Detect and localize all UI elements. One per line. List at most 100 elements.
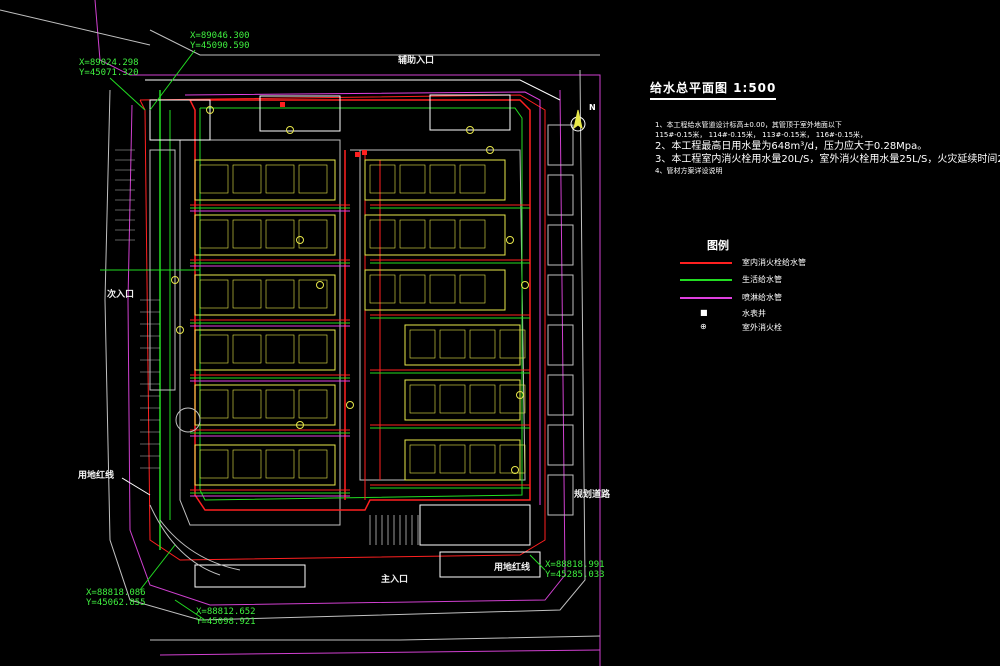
unit-plan: [232, 219, 262, 249]
domestic-main-loop: [199, 107, 523, 501]
main-entrance-label: 主入口: [381, 575, 409, 585]
coordinate-x: X=88818.991: [545, 560, 605, 570]
legend-label: 室外消火栓: [742, 323, 782, 332]
hydrant-symbol: [521, 281, 529, 289]
unit-plan: [399, 164, 426, 194]
legend-label: 喷淋给水管: [742, 293, 782, 302]
site-wall: [179, 139, 341, 526]
building-block: [194, 214, 336, 256]
unit-plan: [232, 279, 262, 309]
red-line-label: 用地红线: [494, 563, 531, 573]
unit-plan: [199, 279, 229, 309]
water-meter-symbol: [280, 102, 285, 107]
coordinate-label: X=88818.086 Y=45062.855: [86, 588, 146, 608]
unit-plan: [439, 444, 466, 474]
curved-road: [159, 519, 241, 571]
legend-label: 室内消火栓给水管: [742, 258, 806, 267]
unit-plan: [265, 279, 295, 309]
unit-plan: [298, 449, 328, 479]
secondary-entrance-label: 次入口: [107, 290, 135, 300]
unit-plan: [298, 219, 328, 249]
coordinate-x: X=88818.086: [86, 588, 146, 598]
unit-plan: [298, 389, 328, 419]
coordinate-x: X=89046.300: [190, 31, 250, 41]
coordinate-label: X=89046.300 Y=45090.590: [190, 31, 250, 51]
note-line: 1、本工程给水管道设计标高±0.00，其管顶于室外地面以下: [655, 121, 842, 129]
leader-line: [121, 477, 151, 496]
unit-plan: [265, 389, 295, 419]
hydrant-symbol: [506, 236, 514, 244]
unit-plan: [369, 274, 396, 304]
building-block: [404, 379, 521, 421]
north-label: N: [589, 103, 596, 112]
building-block: [194, 444, 336, 486]
unit-plan: [429, 219, 456, 249]
water-meter-symbol: [355, 152, 360, 157]
water-meter-symbol: [362, 150, 367, 155]
unit-plan: [399, 219, 426, 249]
building-block: [364, 159, 506, 201]
unit-plan: [265, 219, 295, 249]
unit-plan: [232, 334, 262, 364]
legend-swatch-domestic-pipe: [680, 279, 732, 281]
note-line: 3、本工程室内消火栓用水量20L/S，室外消火栓用水量25L/S，火灾延续时间2…: [655, 154, 1000, 165]
unit-plan: [199, 219, 229, 249]
coordinate-label: X=88812.652 Y=45098.921: [196, 607, 256, 627]
coordinate-y: Y=45285.033: [545, 570, 605, 580]
road-boundary: [159, 649, 601, 656]
unit-plan: [429, 274, 456, 304]
building-block: [404, 439, 521, 481]
legend-title: 图例: [707, 239, 729, 252]
legend-swatch-sprinkler-pipe: [680, 297, 732, 299]
drawing-title: 给水总平面图 1:500: [650, 79, 777, 100]
street-block: [547, 224, 574, 266]
design-notes: 1、本工程给水管道设计标高±0.00，其管顶于室外地面以下 115#-0.15米…: [655, 120, 1000, 176]
unit-plan: [369, 219, 396, 249]
unit-plan: [469, 444, 496, 474]
road-edge: [0, 9, 151, 46]
coordinate-y: Y=45090.590: [190, 41, 250, 51]
coordinate-y: Y=45071.320: [79, 68, 139, 78]
unit-plan: [499, 444, 526, 474]
unit-plan: [499, 384, 526, 414]
unit-plan: [199, 334, 229, 364]
building-block: [194, 159, 336, 201]
unit-plan: [369, 164, 396, 194]
note-line: 115#-0.15米， 114#-0.15米， 113#-0.15米， 116#…: [655, 131, 868, 139]
building-block: [194, 274, 336, 316]
leader-line: [139, 544, 176, 591]
unit-plan: [399, 274, 426, 304]
coordinate-x: X=88812.652: [196, 607, 256, 617]
unit-plan: [439, 329, 466, 359]
unit-plan: [499, 329, 526, 359]
street-block: [547, 474, 574, 516]
hydrant-symbol: [286, 126, 294, 134]
unit-plan: [199, 449, 229, 479]
coordinate-label: X=88818.991 Y=45285.033: [545, 560, 605, 580]
leader-line: [109, 77, 146, 111]
unit-plan: [409, 384, 436, 414]
road-edge: [150, 635, 601, 641]
unit-plan: [439, 384, 466, 414]
building-outline: [194, 564, 306, 588]
building-block: [364, 214, 506, 256]
water-meter-symbol: ■: [700, 308, 708, 317]
note-line: 4、管材方案详设说明: [655, 167, 723, 175]
hydrant-symbol: [316, 281, 324, 289]
unit-plan: [469, 329, 496, 359]
building-outline: [419, 504, 531, 546]
unit-plan: [199, 389, 229, 419]
unit-plan: [232, 449, 262, 479]
unit-plan: [409, 329, 436, 359]
unit-plan: [409, 444, 436, 474]
legend-label: 水表井: [742, 309, 766, 318]
unit-plan: [298, 279, 328, 309]
note-line: 2、本工程最高日用水量为648m³/d，压力应大于0.28Mpa。: [655, 141, 928, 152]
coordinate-x: X=89024.298: [79, 58, 139, 68]
cad-viewport: X=89046.300 Y=45090.590 X=89024.298 Y=45…: [0, 0, 1000, 666]
unit-plan: [459, 164, 486, 194]
hydrant-symbol: [296, 236, 304, 244]
building-block: [194, 384, 336, 426]
street-block: [547, 274, 574, 316]
coordinate-y: Y=45062.855: [86, 598, 146, 608]
